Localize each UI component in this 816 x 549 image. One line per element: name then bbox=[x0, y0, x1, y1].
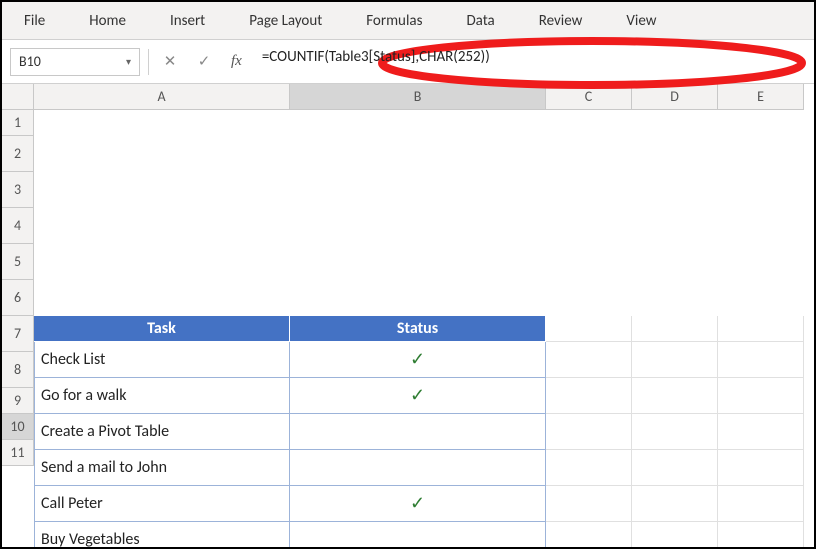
row-header-3[interactable]: 3 bbox=[2, 172, 34, 208]
tab-review[interactable]: Review bbox=[517, 2, 605, 39]
table-header-0[interactable]: Task bbox=[34, 316, 290, 342]
cell-D3[interactable] bbox=[632, 378, 718, 414]
tab-pagelayout[interactable]: Page Layout bbox=[227, 2, 344, 39]
check-icon: ✓ bbox=[410, 492, 425, 514]
cell-E6[interactable] bbox=[718, 486, 804, 522]
tab-data[interactable]: Data bbox=[444, 2, 516, 39]
table-cell-task-5[interactable]: Buy Vegetables bbox=[34, 522, 290, 548]
table-cell-task-0[interactable]: Check List bbox=[34, 342, 290, 378]
row-header-7[interactable]: 7 bbox=[2, 316, 34, 352]
cancel-icon[interactable]: ✕ bbox=[157, 49, 183, 75]
row-header-8[interactable]: 8 bbox=[2, 352, 34, 388]
cell-C1[interactable] bbox=[546, 316, 632, 342]
col-header-A[interactable]: A bbox=[34, 84, 290, 110]
row-header-2[interactable]: 2 bbox=[2, 136, 34, 172]
cell-D2[interactable] bbox=[632, 342, 718, 378]
column-headers: ABCDE bbox=[34, 84, 814, 316]
row-header-1[interactable]: 1 bbox=[2, 110, 34, 136]
cell-C6[interactable] bbox=[546, 486, 632, 522]
name-box[interactable]: B10 ▾ bbox=[10, 48, 140, 76]
chevron-down-icon[interactable]: ▾ bbox=[126, 55, 131, 68]
cell-C7[interactable] bbox=[546, 522, 632, 548]
col-header-D[interactable]: D bbox=[632, 84, 718, 110]
cell-D5[interactable] bbox=[632, 450, 718, 486]
enter-icon[interactable]: ✓ bbox=[191, 49, 217, 75]
cell-E1[interactable] bbox=[718, 316, 804, 342]
table-cell-task-1[interactable]: Go for a walk bbox=[34, 378, 290, 414]
cell-C4[interactable] bbox=[546, 414, 632, 450]
table-cell-task-4[interactable]: Call Peter bbox=[34, 486, 290, 522]
table-cell-status-2[interactable] bbox=[290, 414, 546, 450]
row-header-5[interactable]: 5 bbox=[2, 244, 34, 280]
cell-C2[interactable] bbox=[546, 342, 632, 378]
table-cell-task-2[interactable]: Create a Pivot Table bbox=[34, 414, 290, 450]
cell-grid[interactable]: TaskStatusCheck List ✓ Go for a walk ✓ Creat… bbox=[34, 316, 814, 548]
divider bbox=[148, 49, 149, 75]
table-header-1[interactable]: Status bbox=[290, 316, 546, 342]
cell-E5[interactable] bbox=[718, 450, 804, 486]
cell-E4[interactable] bbox=[718, 414, 804, 450]
row-header-11[interactable]: 11 bbox=[2, 440, 34, 466]
cell-D4[interactable] bbox=[632, 414, 718, 450]
row-header-4[interactable]: 4 bbox=[2, 208, 34, 244]
row-header-6[interactable]: 6 bbox=[2, 280, 34, 316]
table-cell-task-3[interactable]: Send a mail to John bbox=[34, 450, 290, 486]
formula-input[interactable]: =COUNTIF(Table3[Status],CHAR(252)) bbox=[256, 48, 806, 76]
table-cell-status-5[interactable] bbox=[290, 522, 546, 548]
row-header-10[interactable]: 10 bbox=[2, 414, 34, 440]
ribbon-tabs: File Home Insert Page Layout Formulas Da… bbox=[2, 2, 814, 40]
row-headers: 1234567891011 bbox=[2, 110, 34, 466]
tab-view[interactable]: View bbox=[604, 2, 678, 39]
name-box-value: B10 bbox=[19, 53, 41, 70]
grid-area: ABCDE TaskStatusCheck List ✓ Go for a walk… bbox=[34, 84, 814, 547]
spreadsheet: 1234567891011 ABCDE TaskStatusCheck List… bbox=[2, 84, 814, 547]
row-header-9[interactable]: 9 bbox=[2, 388, 34, 414]
col-header-E[interactable]: E bbox=[718, 84, 804, 110]
tab-formulas[interactable]: Formulas bbox=[344, 2, 444, 39]
tab-file[interactable]: File bbox=[2, 2, 67, 39]
col-header-C[interactable]: C bbox=[546, 84, 632, 110]
check-icon: ✓ bbox=[410, 384, 425, 406]
cell-D7[interactable] bbox=[632, 522, 718, 548]
cell-E7[interactable] bbox=[718, 522, 804, 548]
tab-insert[interactable]: Insert bbox=[148, 2, 227, 39]
cell-C3[interactable] bbox=[546, 378, 632, 414]
cell-C5[interactable] bbox=[546, 450, 632, 486]
table-cell-status-4[interactable]: ✓ bbox=[290, 486, 546, 522]
cell-D1[interactable] bbox=[632, 316, 718, 342]
col-header-B[interactable]: B bbox=[290, 84, 546, 110]
table-cell-status-0[interactable]: ✓ bbox=[290, 342, 546, 378]
tab-home[interactable]: Home bbox=[67, 2, 148, 39]
cell-E3[interactable] bbox=[718, 378, 804, 414]
check-icon: ✓ bbox=[410, 348, 425, 370]
cell-E2[interactable] bbox=[718, 342, 804, 378]
formula-bar: B10 ▾ ✕ ✓ fx =COUNTIF(Table3[Status],CHA… bbox=[2, 40, 814, 84]
select-all-corner[interactable] bbox=[2, 84, 34, 110]
table-cell-status-3[interactable] bbox=[290, 450, 546, 486]
table-cell-status-1[interactable]: ✓ bbox=[290, 378, 546, 414]
cell-D6[interactable] bbox=[632, 486, 718, 522]
fx-icon[interactable]: fx bbox=[225, 53, 248, 70]
left-gutter: 1234567891011 bbox=[2, 84, 34, 547]
